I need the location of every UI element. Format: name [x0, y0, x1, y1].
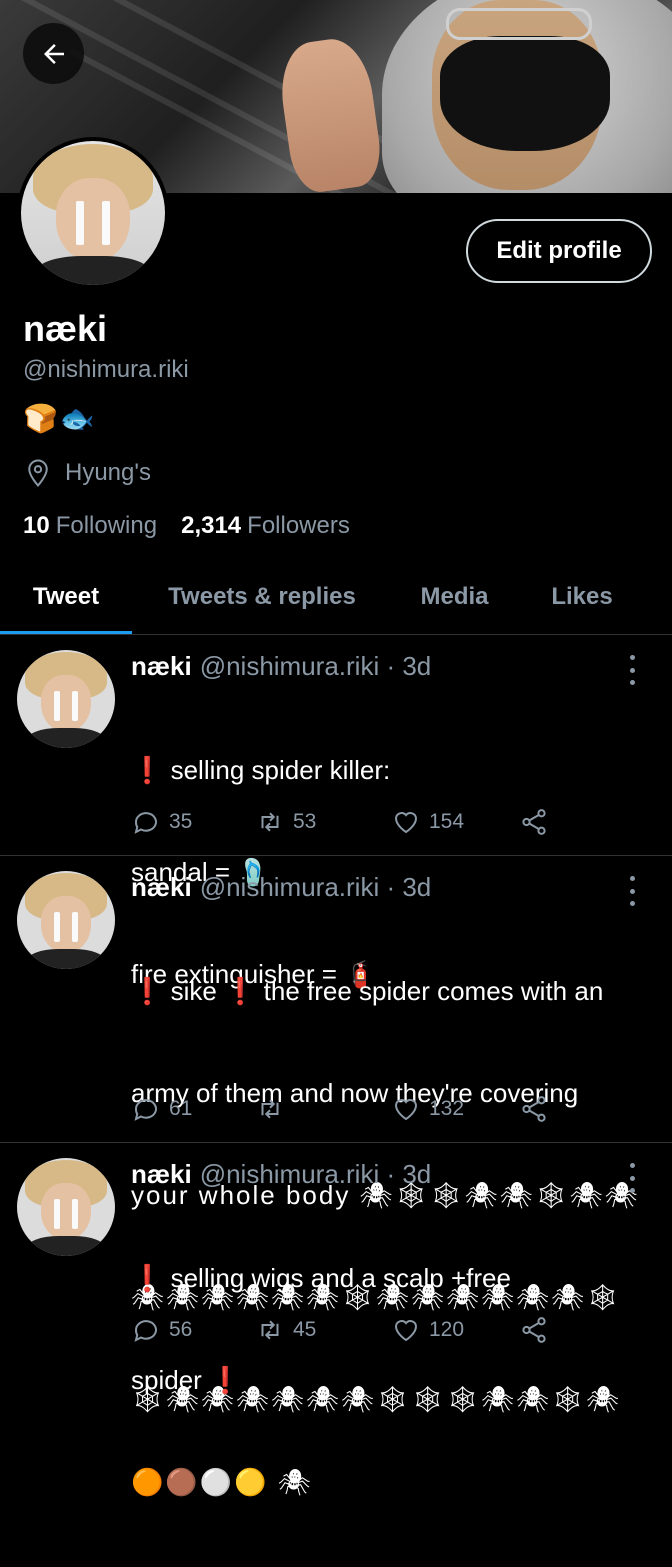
like-button[interactable]: 120 [391, 1315, 519, 1345]
tab-tweet[interactable]: Tweet [0, 560, 132, 635]
location-text: Hyung's [65, 459, 151, 486]
profile-handle: @nishimura.riki [23, 356, 189, 383]
tweet-item[interactable]: næki @nishimura.riki · 3d ❗ sike ❗ the fr… [0, 856, 672, 1414]
reply-count: 56 [169, 1318, 193, 1341]
heart-icon [394, 1320, 418, 1342]
followers-count: 2,314 [181, 512, 242, 539]
retweet-icon [261, 1320, 279, 1340]
profile-tabs: Tweet Tweets & replies Media Likes [0, 560, 672, 635]
retweet-button[interactable] [255, 1094, 391, 1124]
share-icon [522, 809, 546, 835]
retweet-icon [261, 1099, 279, 1119]
more-options-icon[interactable] [622, 1163, 642, 1193]
fish-emoji: 🐟 [59, 403, 95, 434]
tweet-author-handle: @nishimura.riki [199, 872, 380, 902]
tweet-author-name: næki [131, 872, 192, 902]
tab-media[interactable]: Media [392, 560, 517, 634]
tweet-avatar[interactable] [17, 1158, 115, 1256]
like-count: 132 [429, 1097, 465, 1120]
edit-profile-button[interactable]: Edit profile [466, 219, 652, 283]
tweet-header: næki @nishimura.riki · 3d [131, 1159, 431, 1190]
following-count: 10 [23, 512, 50, 539]
followers-label: Followers [247, 512, 350, 539]
more-options-icon[interactable] [622, 655, 642, 685]
tweet-date: · 3d [386, 1159, 432, 1189]
reply-icon [134, 1099, 157, 1121]
like-count: 120 [429, 1318, 465, 1341]
reply-icon [134, 1320, 157, 1342]
retweet-button[interactable]: 53 [255, 807, 391, 837]
tweet-author-handle: @nishimura.riki [199, 1159, 380, 1189]
share-button[interactable] [519, 1094, 549, 1124]
tweet-actions: 61 132 [131, 1094, 651, 1124]
retweet-icon [261, 812, 279, 832]
more-options-icon[interactable] [622, 876, 642, 906]
profile-avatar[interactable] [17, 137, 169, 289]
like-button[interactable]: 154 [391, 807, 519, 837]
tweet-line: ❗ selling wigs and a scalp +free [131, 1263, 511, 1293]
retweet-count: 45 [293, 1318, 317, 1341]
reply-count: 61 [169, 1097, 193, 1120]
tweet-date: · 3d [386, 651, 432, 681]
retweet-button[interactable]: 45 [255, 1315, 391, 1345]
location-pin-icon [28, 459, 48, 487]
profile-stats: 10 Following 2,314 Followers [23, 512, 350, 540]
tweet-line: 🟠🟤⚪🟡 🕷 [131, 1467, 313, 1497]
profile-location: Hyung's [23, 458, 151, 488]
tweet-header: næki @nishimura.riki · 3d [131, 872, 431, 903]
share-icon [522, 1096, 546, 1122]
following-link[interactable]: 10 Following [23, 512, 157, 540]
tab-tweets-replies[interactable]: Tweets & replies [132, 560, 392, 634]
like-count: 154 [429, 810, 465, 833]
following-label: Following [55, 512, 158, 539]
reply-count: 35 [169, 810, 193, 833]
share-button[interactable] [519, 1315, 549, 1345]
reply-icon [134, 812, 157, 834]
tweet-line: ❗ sike ❗ the free spider comes with an [131, 976, 604, 1006]
tweet-line: spider ❗ [131, 1365, 242, 1395]
tweet-avatar[interactable] [17, 650, 115, 748]
reply-button[interactable]: 35 [131, 807, 255, 837]
profile-bio: 🍞 🐟 [23, 402, 95, 435]
tab-likes[interactable]: Likes [517, 560, 647, 634]
tweet-avatar[interactable] [17, 871, 115, 969]
share-button[interactable] [519, 807, 549, 837]
tweet-text: ❗ selling wigs and a scalp +free spider … [131, 1193, 641, 1567]
heart-icon [394, 1099, 418, 1121]
tweet-actions: 56 45 120 [131, 1315, 651, 1345]
tweet-line: ❗ selling spider killer: [131, 755, 391, 785]
tweet-header: næki @nishimura.riki · 3d [131, 651, 431, 682]
tweet-item[interactable]: næki @nishimura.riki · 3d ❗ selling wigs … [0, 1143, 672, 1497]
heart-icon [394, 812, 418, 834]
tweet-actions: 35 53 154 [131, 807, 651, 837]
tweet-author-name: næki [131, 1159, 192, 1189]
back-button[interactable] [23, 23, 84, 84]
bread-emoji: 🍞 [23, 403, 58, 434]
tweet-author-name: næki [131, 651, 192, 681]
reply-button[interactable]: 56 [131, 1315, 255, 1345]
tweet-item[interactable]: næki @nishimura.riki · 3d ❗ selling spide… [0, 635, 672, 989]
profile-name: næki [23, 308, 108, 349]
tweet-date: · 3d [386, 872, 432, 902]
like-button[interactable]: 132 [391, 1094, 519, 1124]
followers-link[interactable]: 2,314 Followers [181, 512, 350, 540]
arrow-left-icon [43, 43, 64, 64]
reply-button[interactable]: 61 [131, 1094, 255, 1124]
tweet-author-handle: @nishimura.riki [199, 651, 380, 681]
share-icon [522, 1317, 546, 1343]
retweet-count: 53 [293, 810, 317, 833]
